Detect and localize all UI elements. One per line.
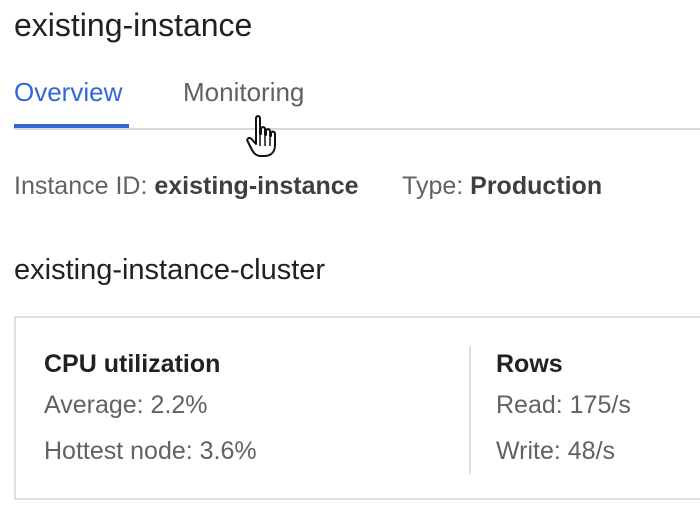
tab-overview[interactable]: Overview <box>14 70 129 128</box>
type-value: Production <box>470 172 603 200</box>
instance-info-row: Instance ID: existing-instance Type: Pro… <box>14 166 602 206</box>
cluster-card: CPU utilization Average: 2.2% Hottest no… <box>14 316 700 500</box>
page-title: existing-instance <box>14 7 253 43</box>
tab-monitoring[interactable]: Monitoring <box>183 70 304 114</box>
cpu-utilization-heading: CPU utilization <box>44 350 221 378</box>
instance-id-value: existing-instance <box>154 172 359 200</box>
type-label: Type: <box>402 172 464 200</box>
hand-pointer-icon <box>246 115 276 157</box>
cpu-utilization-section: CPU utilization Average: 2.2% Hottest no… <box>44 346 257 474</box>
cpu-hottest-node: Hottest node: 3.6% <box>44 437 257 465</box>
tab-divider <box>14 128 700 130</box>
rows-section: Rows Read: 175/s Write: 48/s <box>496 346 631 474</box>
cpu-average: Average: 2.2% <box>44 391 208 419</box>
rows-heading: Rows <box>496 350 563 378</box>
tab-overview-label: Overview <box>14 77 123 107</box>
instance-details-page: existing-instance Overview Monitoring In… <box>0 0 700 521</box>
tab-bar: Overview Monitoring <box>0 70 700 132</box>
instance-id-label: Instance ID: <box>14 172 148 200</box>
rows-write: Write: 48/s <box>496 437 616 465</box>
card-divider <box>469 346 471 474</box>
tab-monitoring-label: Monitoring <box>183 77 305 107</box>
cluster-title: existing-instance-cluster <box>14 254 326 286</box>
rows-read: Read: 175/s <box>496 391 631 419</box>
